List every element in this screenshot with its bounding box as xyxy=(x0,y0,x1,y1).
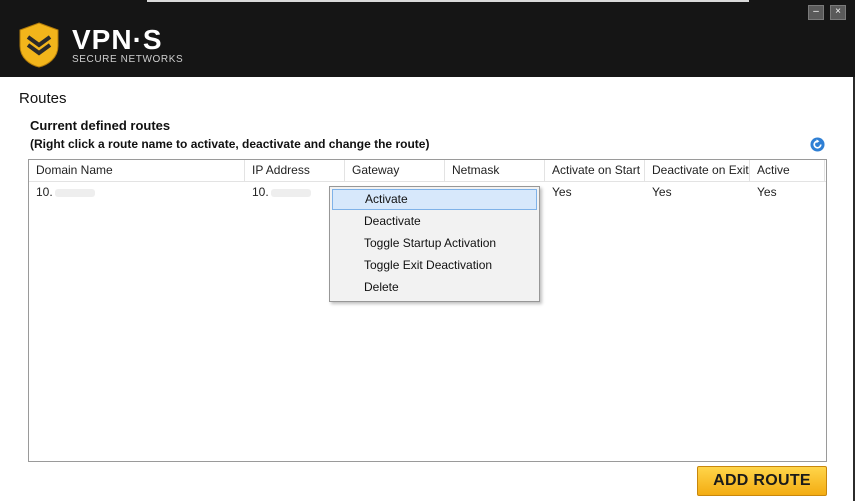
menu-item-deactivate[interactable]: Deactivate xyxy=(332,211,537,232)
context-menu: Activate Deactivate Toggle Startup Activ… xyxy=(329,186,540,302)
col-active[interactable]: Active xyxy=(750,160,825,181)
section-title: Current defined routes xyxy=(30,118,171,133)
col-deactivate-on-exit[interactable]: Deactivate on Exit xyxy=(645,160,750,181)
menu-item-toggle-exit-deactivation[interactable]: Toggle Exit Deactivation xyxy=(332,255,537,276)
col-gateway[interactable]: Gateway xyxy=(345,160,445,181)
minimize-button[interactable]: – xyxy=(808,5,824,20)
header-top-line xyxy=(147,0,749,2)
menu-item-delete[interactable]: Delete xyxy=(332,277,537,298)
cell-deactivate-on-exit: Yes xyxy=(652,185,672,199)
col-netmask[interactable]: Netmask xyxy=(445,160,545,181)
cell-activate-on-start: Yes xyxy=(552,185,572,199)
col-domain-name[interactable]: Domain Name xyxy=(29,160,245,181)
section-hint: (Right click a route name to activate, d… xyxy=(30,137,430,151)
col-activate-on-start[interactable]: Activate on Start xyxy=(545,160,645,181)
page-title: Routes xyxy=(19,90,67,107)
menu-item-toggle-startup-activation[interactable]: Toggle Startup Activation xyxy=(332,233,537,254)
cell-domain: 10. xyxy=(29,182,245,202)
shield-logo-icon xyxy=(19,22,59,68)
close-button[interactable]: × xyxy=(830,5,846,20)
brand-tagline: SECURE NETWORKS xyxy=(72,54,184,65)
add-route-button[interactable]: ADD ROUTE xyxy=(697,466,827,496)
refresh-icon[interactable] xyxy=(810,137,825,152)
cell-active: Yes xyxy=(757,185,777,199)
menu-item-activate[interactable]: Activate xyxy=(332,189,537,210)
brand-name: VPN·S xyxy=(72,24,163,55)
col-ip-address[interactable]: IP Address xyxy=(245,160,345,181)
table-header: Domain Name IP Address Gateway Netmask A… xyxy=(29,160,826,182)
app-header: VPN·S SECURE NETWORKS – × xyxy=(0,0,855,77)
